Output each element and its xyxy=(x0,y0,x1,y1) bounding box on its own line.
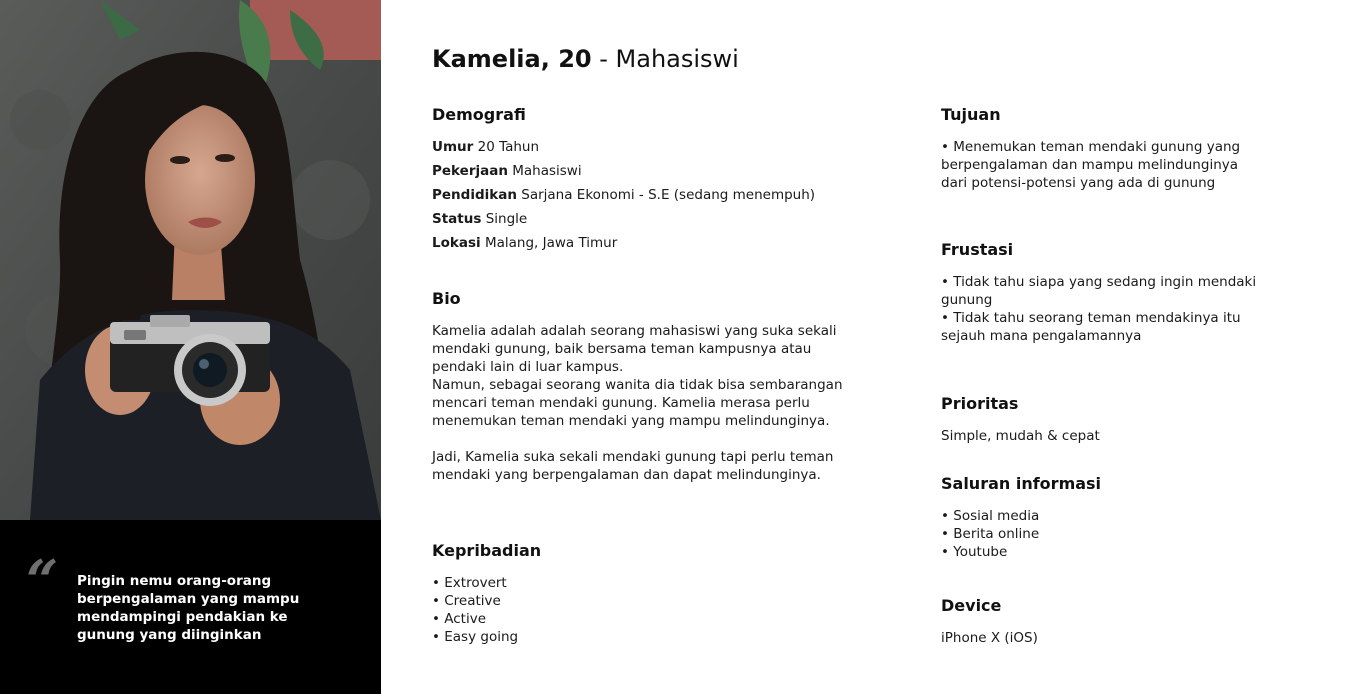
list-item: • Sosial media xyxy=(941,508,1040,524)
list-item: • Creative xyxy=(432,593,501,609)
bio-line: mendaki yang berpengalaman dan dapat mel… xyxy=(432,467,821,483)
demografi-row: Status Single xyxy=(432,207,815,231)
persona-title: Kamelia, 20 - Mahasiswi xyxy=(432,42,739,76)
list-item: • Berita online xyxy=(941,526,1040,542)
persona-photo-panel: “ Pingin nemu orang-orang berpengalaman … xyxy=(0,0,381,694)
demografi-row: Pendidikan Sarjana Ekonomi - S.E (sedang… xyxy=(432,183,815,207)
bio-line: Jadi, Kamelia suka sekali mendaki gunung… xyxy=(432,449,834,465)
bio-line: Kamelia adalah adalah seorang mahasiswi … xyxy=(432,323,837,339)
frustasi-line: sejauh mana pengalamannya xyxy=(941,328,1142,344)
demografi-list: Umur 20 Tahun Pekerjaan Mahasiswi Pendid… xyxy=(432,135,815,255)
device-text: iPhone X (iOS) xyxy=(941,630,1038,646)
quote-line: gunung yang diinginkan xyxy=(77,627,262,643)
tujuan-text: • Menemukan teman mendaki gunung yang be… xyxy=(941,138,1240,192)
quote-line: Pingin nemu orang-orang xyxy=(77,573,272,589)
quote-line: berpengalaman yang mampu xyxy=(77,591,300,607)
persona-quote: Pingin nemu orang-orang berpengalaman ya… xyxy=(77,572,327,644)
bio-heading: Bio xyxy=(432,289,461,308)
persona-photo xyxy=(0,0,381,520)
demografi-label: Lokasi xyxy=(432,235,481,251)
demografi-value: Mahasiswi xyxy=(512,163,582,179)
persona-photo-illustration xyxy=(0,0,381,520)
demografi-label: Status xyxy=(432,211,482,227)
demografi-value: Single xyxy=(485,211,528,227)
list-item: • Youtube xyxy=(941,544,1008,560)
bio-line: menemukan teman mendaki yang mampu melin… xyxy=(432,413,830,429)
bio-line: Namun, sebagai seorang wanita dia tidak … xyxy=(432,377,843,393)
bio-line xyxy=(432,430,872,448)
demografi-value: Malang, Jawa Timur xyxy=(484,235,618,251)
demografi-label: Umur xyxy=(432,139,474,155)
saluran-heading: Saluran informasi xyxy=(941,474,1102,493)
demografi-row: Lokasi Malang, Jawa Timur xyxy=(432,231,815,255)
tujuan-heading: Tujuan xyxy=(941,105,1001,124)
demografi-heading: Demografi xyxy=(432,105,526,124)
frustasi-line: • Tidak tahu siapa yang sedang ingin men… xyxy=(941,274,1257,290)
kepribadian-heading: Kepribadian xyxy=(432,541,542,560)
tujuan-line: • Menemukan teman mendaki gunung yang xyxy=(941,139,1241,155)
demografi-row: Umur 20 Tahun xyxy=(432,135,815,159)
prioritas-text: Simple, mudah & cepat xyxy=(941,428,1100,444)
persona-name: Kamelia, 20 xyxy=(432,45,592,73)
demografi-value: 20 Tahun xyxy=(477,139,540,155)
bio-line: mencari teman mendaki gunung. Kamelia me… xyxy=(432,395,810,411)
device-heading: Device xyxy=(941,596,1002,615)
persona-role: Mahasiswi xyxy=(615,45,739,73)
list-item: • Extrovert xyxy=(432,575,507,591)
demografi-label: Pekerjaan xyxy=(432,163,508,179)
demografi-value: Sarjana Ekonomi - S.E (sedang menempuh) xyxy=(521,187,816,203)
frustasi-heading: Frustasi xyxy=(941,240,1014,259)
frustasi-text: • Tidak tahu siapa yang sedang ingin men… xyxy=(941,273,1256,345)
frustasi-line: gunung xyxy=(941,292,993,308)
demografi-label: Pendidikan xyxy=(432,187,517,203)
bio-line: mendaki gunung, baik bersama teman kampu… xyxy=(432,341,812,357)
frustasi-line: • Tidak tahu seorang teman mendakinya it… xyxy=(941,310,1241,326)
prioritas-heading: Prioritas xyxy=(941,394,1019,413)
bio-text: Kamelia adalah adalah seorang mahasiswi … xyxy=(432,322,872,484)
title-separator: - xyxy=(591,45,616,73)
list-item: • Easy going xyxy=(432,629,519,645)
list-item: • Active xyxy=(432,611,487,627)
quote-mark-icon: “ xyxy=(26,548,59,614)
demografi-row: Pekerjaan Mahasiswi xyxy=(432,159,815,183)
tujuan-line: dari potensi-potensi yang ada di gunung xyxy=(941,175,1216,191)
bio-line: pendaki lain di luar kampus. xyxy=(432,359,624,375)
kepribadian-list: • Extrovert • Creative • Active • Easy g… xyxy=(432,574,518,646)
saluran-list: • Sosial media • Berita online • Youtube xyxy=(941,507,1039,561)
quote-line: mendampingi pendakian ke xyxy=(77,609,288,625)
tujuan-line: berpengalaman dan mampu melindunginya xyxy=(941,157,1239,173)
